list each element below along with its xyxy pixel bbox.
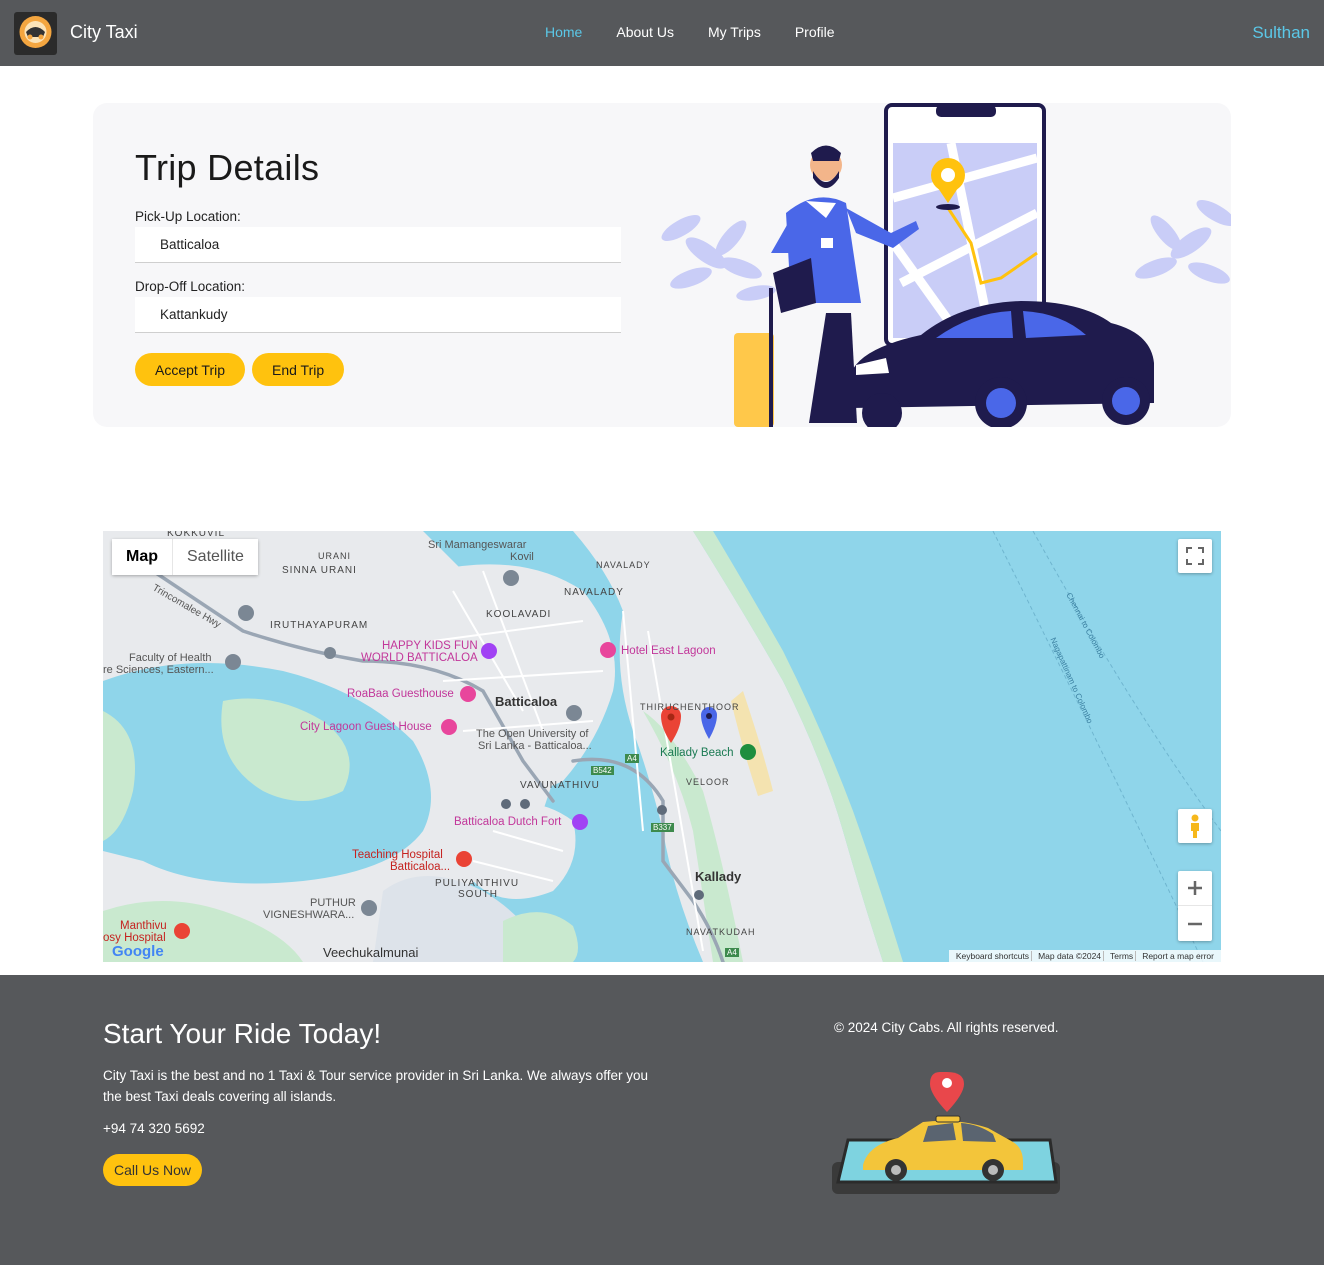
terms-link[interactable]: Terms [1108,951,1137,961]
google-logo[interactable]: Google [112,943,164,960]
end-trip-button[interactable]: End Trip [252,353,345,386]
city-taxi-logo-icon[interactable] [14,12,57,55]
pickup-label: Pick-Up Location: [135,209,241,224]
map-type-satellite-button[interactable]: Satellite [173,539,258,575]
map-label: Hotel East Lagoon [621,645,716,657]
map-label: Batticaloa... [390,861,451,873]
map-label: Sri Mamangeswarar [428,539,527,551]
map-label: VIGNESHWARA... [263,909,355,921]
trip-details-card: Trip Details Pick-Up Location: Drop-Off … [93,103,1231,427]
footer-title: Start Your Ride Today! [103,1018,382,1049]
pickup-input[interactable] [135,227,621,263]
map-label: A4 [725,948,739,957]
map-label: VAVUNATHIVU [520,780,600,791]
map-label: HAPPY KIDS FUN [382,640,478,652]
map-attribution: Keyboard shortcuts Map data ©2024 Terms … [948,950,1221,962]
nav-profile[interactable]: Profile [795,24,835,40]
map-label: Manthivu [120,920,167,932]
zoom-in-icon[interactable] [1178,871,1212,906]
dropoff-input[interactable] [135,297,621,333]
map-label: SOUTH [458,889,498,900]
map-label: Faculty of Health [129,652,212,664]
map-label: NAVATKUDAH [686,927,756,937]
map-label: The Open University of [476,728,589,740]
map-label: Kovil [510,551,534,563]
map-label: B542 [591,766,614,775]
map-label: PULIYANTHIVU [435,878,520,889]
map-type-map-button[interactable]: Map [112,539,173,575]
taxi-booking-illustration [661,103,1231,427]
map-label: PUTHUR [310,897,356,909]
zoom-out-icon[interactable] [1178,906,1212,941]
map-label: Batticaloa [495,694,558,709]
map-label: Kallady [695,869,742,884]
map-label: Sri Lanka - Batticaloa... [478,740,592,752]
brand-name[interactable]: City Taxi [70,22,138,43]
nav-my-trips[interactable]: My Trips [708,24,761,40]
map-label: KOOLAVADI [486,609,552,620]
map-label: URANI [318,551,352,561]
fullscreen-icon[interactable] [1178,539,1212,573]
user-name[interactable]: Sulthan [1252,23,1310,43]
street-view-pegman-icon[interactable] [1178,809,1212,843]
map-label: NAVALADY [596,560,651,570]
map-label: Teaching Hospital [352,849,443,861]
report-map-error-link[interactable]: Report a map error [1140,951,1216,961]
call-us-now-button[interactable]: Call Us Now [103,1154,203,1186]
map-label: A4 [625,754,639,763]
map-label: Veechukalmunai [323,945,419,960]
map-label: Kallady Beach [660,747,734,759]
map-label: re Sciences, Eastern... [103,664,214,676]
map-label: VELOOR [686,777,730,787]
map-label: KOKKUVIL [167,531,226,539]
keyboard-shortcuts-link[interactable]: Keyboard shortcuts [954,951,1033,961]
zoom-control [1178,871,1212,941]
accept-trip-button[interactable]: Accept Trip [135,353,246,386]
footer-description: City Taxi is the best and no 1 Taxi & To… [103,1068,649,1104]
page-title: Trip Details [135,147,320,188]
map-label: NAVALADY [564,587,624,598]
nav-about-us[interactable]: About Us [616,24,674,40]
map-label: B337 [651,823,674,832]
map-label: City Lagoon Guest House [300,721,432,733]
map-label: THIRUCHENTHOOR [640,702,740,712]
map-label: WORLD BATTICALOA [361,652,478,664]
map-label: RoaBaa Guesthouse [347,688,454,700]
site-footer: Start Your Ride Today! City Taxi is the … [0,975,1324,1265]
map-label: IRUTHAYAPURAM [270,620,369,631]
footer-phone: +94 74 320 5692 [103,1121,205,1136]
map-label: Batticaloa Dutch Fort [454,816,562,828]
map-data-text: Map data ©2024 [1036,951,1105,961]
trip-map[interactable]: KOKKUVIL URANI SINNA URANI Sri Mamangesw… [103,531,1221,962]
map-type-control: Map Satellite [112,539,258,575]
navbar: City Taxi Home About Us My Trips Profile… [0,0,1324,66]
copyright-text: © 2024 City Cabs. All rights reserved. [834,1020,1059,1035]
map-label: SINNA URANI [282,565,357,576]
nav-links: Home About Us My Trips Profile [545,24,835,40]
nav-home[interactable]: Home [545,24,582,40]
dropoff-label: Drop-Off Location: [135,279,246,294]
google-logo-text: Google [112,943,164,960]
taxi-on-phone-illustration [832,1072,1060,1194]
